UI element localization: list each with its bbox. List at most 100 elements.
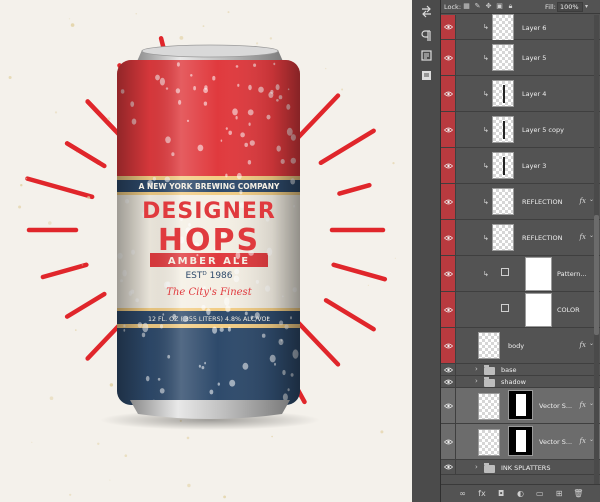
libraries-icon[interactable] (418, 47, 435, 64)
chevron-right-icon[interactable]: › (475, 377, 478, 385)
mask-icon[interactable]: ◘ (496, 489, 507, 498)
layer-thumbnail[interactable] (492, 116, 514, 143)
paragraph-icon[interactable] (418, 27, 435, 44)
layer-thumbnail[interactable] (492, 13, 514, 41)
ink-splatter (256, 42, 259, 45)
layer-name[interactable]: Layer 5 copy (522, 126, 564, 134)
fx-badge[interactable]: fx (579, 437, 586, 445)
layer-thumbnail[interactable] (478, 332, 500, 359)
ink-splatter (124, 454, 128, 458)
new-layer-icon[interactable]: ⊞ (554, 489, 565, 498)
layer-row[interactable]: ↳ Layer 5 (441, 40, 600, 76)
notes-icon[interactable] (418, 67, 435, 84)
layer-thumbnail[interactable] (492, 224, 514, 251)
eye-icon[interactable] (441, 15, 456, 39)
layer-row[interactable]: COLOR (441, 292, 600, 328)
layer-row[interactable]: Vector S... fx ⌄ (441, 424, 600, 460)
layer-name[interactable]: Layer 5 (522, 54, 546, 62)
burst-line (64, 291, 107, 319)
layer-row[interactable]: ↳ Layer 4 (441, 76, 600, 112)
fill-input[interactable]: 100% (557, 2, 583, 12)
layer-row[interactable]: ↳ Layer 5 copy (441, 112, 600, 148)
layer-row-body: › base (457, 364, 600, 375)
vector-mask-thumbnail[interactable] (508, 390, 533, 420)
eye-icon[interactable] (441, 388, 456, 423)
eye-icon[interactable] (441, 364, 456, 375)
layer-thumbnail[interactable] (478, 393, 500, 420)
fx-badge[interactable]: fx (579, 197, 586, 205)
chevron-right-icon[interactable]: › (475, 463, 478, 471)
layer-row[interactable]: body fx ⌄ (441, 328, 600, 364)
vector-mask-thumbnail[interactable] (508, 426, 533, 456)
eye-icon[interactable] (441, 376, 456, 387)
adjustment-icon[interactable]: ◐ (515, 489, 526, 498)
layer-thumbnail[interactable] (492, 80, 514, 107)
layer-name[interactable]: Layer 3 (522, 162, 546, 170)
folder-icon[interactable]: ▭ (534, 489, 545, 498)
burst-line (25, 176, 95, 200)
fx-badge[interactable]: fx (579, 401, 586, 409)
layer-mask-thumbnail[interactable] (525, 257, 552, 291)
chevron-down-icon[interactable]: ▾ (585, 3, 588, 10)
eye-icon[interactable] (441, 148, 456, 183)
ink-splatter (54, 111, 58, 114)
layer-name[interactable]: body (508, 342, 524, 350)
lock-artboard-icon[interactable]: ▣ (496, 2, 503, 10)
layer-thumbnail[interactable] (492, 188, 514, 215)
lock-all-icon[interactable]: 🔒︎ (507, 2, 514, 10)
layer-row[interactable]: › shadow (441, 376, 600, 388)
eye-icon (443, 464, 453, 470)
eye-icon[interactable] (441, 460, 456, 474)
ink-splatter (109, 383, 114, 387)
layer-name[interactable]: base (501, 366, 517, 374)
ink-splatter (49, 396, 54, 401)
eye-icon[interactable] (441, 40, 456, 75)
fx-icon[interactable]: fx (476, 489, 487, 498)
layer-thumbnail[interactable] (478, 429, 500, 456)
eye-icon[interactable] (441, 424, 456, 459)
layer-row[interactable]: ↳ Pattern... (441, 256, 600, 292)
layer-thumbnail[interactable] (492, 44, 514, 71)
chevron-right-icon[interactable]: › (475, 365, 478, 373)
layer-name[interactable]: REFLECTION (522, 198, 563, 206)
link-icon[interactable]: ∞ (457, 489, 468, 498)
layer-name[interactable]: COLOR (557, 306, 580, 314)
layer-name[interactable]: Vector S... (539, 438, 572, 446)
layer-row[interactable]: ↳ REFLECTION fx ⌄ (441, 220, 600, 256)
layer-name[interactable]: INK SPLATTERS (501, 464, 550, 472)
layer-mask-thumbnail[interactable] (525, 293, 552, 327)
eye-icon[interactable] (441, 76, 456, 111)
ink-splatter (271, 435, 273, 438)
scroll-thumb[interactable] (594, 215, 599, 335)
layer-name[interactable]: Vector S... (539, 402, 572, 410)
layer-name[interactable]: Layer 6 (522, 24, 546, 32)
document-canvas[interactable]: A NEW YORK BREWING COMPANY DESIGNER HOPS… (0, 0, 412, 502)
fx-badge[interactable]: fx (579, 341, 586, 349)
eye-icon[interactable] (441, 184, 456, 219)
trash-icon[interactable]: 🗑︎ (573, 489, 584, 498)
layer-row[interactable]: › INK SPLATTERS (441, 460, 600, 475)
lock-paint-icon[interactable]: ✎ (474, 2, 481, 10)
fx-badge[interactable]: fx (579, 233, 586, 241)
ink-splatter (68, 18, 71, 20)
layer-thumbnail[interactable] (492, 152, 514, 179)
lock-transparency-icon[interactable]: ▦ (463, 2, 470, 10)
clipping-arrow-icon: ↳ (483, 125, 489, 134)
eye-icon[interactable] (441, 112, 456, 147)
lock-position-icon[interactable]: ✥ (485, 2, 492, 10)
eye-icon[interactable] (441, 256, 456, 291)
layer-name[interactable]: Layer 4 (522, 90, 546, 98)
layer-name[interactable]: shadow (501, 378, 526, 386)
layer-row[interactable]: Vector S... fx ⌄ (441, 388, 600, 424)
layer-name[interactable]: REFLECTION (522, 234, 563, 242)
layer-row[interactable]: › base (441, 364, 600, 376)
layer-row[interactable]: ↳ Layer 3 (441, 148, 600, 184)
eye-icon[interactable] (441, 328, 456, 363)
layer-name[interactable]: Pattern... (557, 270, 587, 278)
layer-row[interactable]: ↳ Layer 6 (441, 13, 600, 41)
layers-scrollbar[interactable] (594, 15, 599, 484)
eye-icon[interactable] (441, 220, 456, 255)
layer-row[interactable]: ↳ REFLECTION fx ⌄ (441, 184, 600, 220)
panel-arrows-icon[interactable] (418, 3, 435, 20)
eye-icon[interactable] (441, 292, 456, 327)
